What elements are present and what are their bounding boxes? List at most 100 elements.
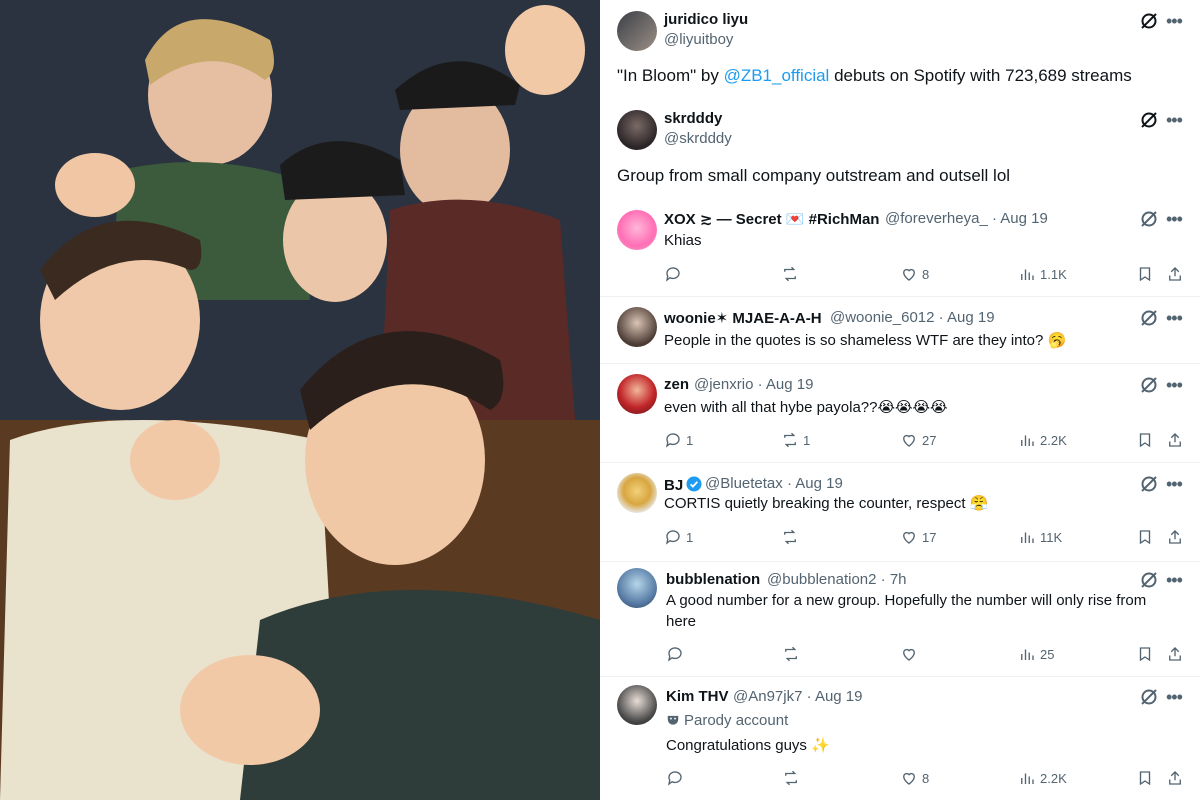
repost-icon — [784, 432, 796, 448]
share-button[interactable] — [1166, 430, 1184, 450]
more-icon[interactable]: ••• — [1166, 571, 1183, 589]
bookmark-button[interactable] — [1136, 264, 1154, 284]
more-icon[interactable]: ••• — [1166, 111, 1183, 129]
grok-icon[interactable] — [1138, 10, 1160, 32]
reply-avatar[interactable] — [617, 374, 657, 414]
reply-actions: 8 1.1K — [600, 264, 1200, 284]
reply-author-handle[interactable]: @An97jk7 — [733, 688, 802, 705]
reply-author-name[interactable]: bubblenation — [666, 571, 760, 588]
views-icon — [1021, 532, 1034, 543]
reply-time[interactable]: · Aug 19 — [992, 210, 1048, 227]
reply-time[interactable]: · Aug 19 — [939, 309, 995, 326]
share-button[interactable] — [1166, 527, 1184, 547]
grok-icon[interactable] — [1138, 208, 1160, 230]
bookmark-button[interactable] — [1136, 527, 1154, 547]
reply-avatar[interactable] — [617, 307, 657, 347]
reply-avatar[interactable] — [617, 473, 657, 513]
author-name[interactable]: juridico liyu — [664, 11, 748, 28]
views-button[interactable]: 25 — [1018, 644, 1054, 664]
reply-item[interactable]: zen @jenxrio · Aug 19 ••• even with all … — [600, 364, 1200, 462]
reply-author-name[interactable]: zen — [664, 376, 689, 393]
reply-author-name[interactable]: Kim THV — [666, 688, 729, 705]
repost-button[interactable] — [781, 527, 803, 547]
quoted-post[interactable]: skrdddy @skrdddy ••• Group from small co… — [600, 102, 1200, 200]
like-button[interactable]: 17 — [900, 527, 936, 547]
repost-button[interactable] — [781, 264, 803, 284]
bookmark-button[interactable] — [1136, 768, 1154, 788]
reply-meta: @An97jk7 · Aug 19 — [733, 688, 863, 705]
share-button[interactable] — [1166, 264, 1184, 284]
reply-button[interactable]: 1 — [664, 527, 693, 547]
bookmark-button[interactable] — [1136, 644, 1154, 664]
repost-button[interactable] — [782, 644, 804, 664]
mention-link[interactable]: @ZB1_official — [724, 66, 830, 85]
reply-author-handle[interactable]: @woonie_6012 — [830, 309, 934, 326]
like-button[interactable] — [900, 644, 922, 664]
grok-icon[interactable] — [1138, 473, 1160, 495]
reply-item[interactable]: BJ @Bluetetax · Aug 19 ••• CORTIS quietl… — [600, 463, 1200, 561]
reply-avatar[interactable] — [617, 568, 657, 608]
views-button[interactable]: 2.2K — [1018, 768, 1067, 788]
reply-time[interactable]: · Aug 19 — [758, 376, 814, 393]
reply-icon — [667, 771, 682, 786]
main-post[interactable]: juridico liyu @liyuitboy ••• "In Bloom" … — [600, 0, 1200, 102]
grok-icon[interactable] — [1138, 569, 1160, 591]
post-text-before: "In Bloom" by — [617, 66, 724, 85]
like-button[interactable]: 27 — [900, 430, 936, 450]
more-icon[interactable]: ••• — [1166, 210, 1183, 228]
author-avatar[interactable] — [617, 11, 657, 51]
reply-button[interactable] — [664, 264, 686, 284]
reply-author-handle[interactable]: @bubblenation2 — [767, 571, 876, 588]
reply-item[interactable]: Kim THV @An97jk7 · Aug 19 ••• Parody acc… — [600, 677, 1200, 800]
more-icon[interactable]: ••• — [1166, 688, 1183, 706]
reply-time[interactable]: · Aug 19 — [807, 688, 863, 705]
reply-author-handle[interactable]: @jenxrio — [694, 376, 753, 393]
quoted-author-name[interactable]: skrdddy — [664, 110, 722, 127]
more-icon[interactable]: ••• — [1166, 475, 1183, 493]
quoted-author-handle[interactable]: @skrdddy — [664, 130, 732, 147]
like-button[interactable]: 8 — [900, 768, 929, 788]
more-icon[interactable]: ••• — [1166, 12, 1183, 30]
share-button[interactable] — [1166, 644, 1184, 664]
reply-count: 1 — [686, 432, 694, 448]
like-button[interactable]: 8 — [900, 264, 929, 284]
grok-icon[interactable] — [1138, 109, 1160, 131]
reply-time[interactable]: · Aug 19 — [787, 475, 843, 492]
more-icon[interactable]: ••• — [1166, 309, 1183, 327]
bookmark-icon — [1139, 647, 1151, 662]
reply-author-name[interactable]: XOX ≳ — Secret 💌 #RichMan — [664, 210, 879, 228]
views-button[interactable]: 11K — [1018, 527, 1062, 547]
verified-badge-icon[interactable] — [685, 475, 703, 493]
reply-author-name[interactable]: BJ — [664, 477, 683, 494]
reply-icon — [665, 267, 680, 282]
reply-item[interactable]: woonie✶ MJAE-A-A-H @woonie_6012 · Aug 19… — [600, 297, 1200, 363]
repost-button[interactable]: 1 — [781, 430, 810, 450]
reply-button[interactable] — [666, 644, 688, 664]
share-button[interactable] — [1166, 768, 1184, 788]
reply-avatar[interactable] — [617, 210, 657, 250]
grok-icon[interactable] — [1138, 686, 1160, 708]
reply-item[interactable]: bubblenation @bubblenation2 · 7h ••• A g… — [600, 562, 1200, 676]
post-text: "In Bloom" by @ZB1_official debuts on Sp… — [617, 65, 1132, 87]
repost-button[interactable] — [782, 768, 804, 788]
share-icon — [1169, 267, 1181, 281]
reply-author-handle[interactable]: @foreverheya_ — [885, 210, 988, 227]
reply-avatar[interactable] — [617, 685, 657, 725]
parody-mask-icon — [667, 715, 679, 725]
author-handle[interactable]: @liyuitboy — [664, 31, 733, 48]
views-button[interactable]: 1.1K — [1018, 264, 1067, 284]
more-icon[interactable]: ••• — [1166, 376, 1183, 394]
repost-count: 1 — [803, 432, 811, 448]
grok-icon[interactable] — [1138, 374, 1160, 396]
reply-button[interactable]: 1 — [664, 430, 693, 450]
grok-icon[interactable] — [1138, 307, 1160, 329]
reply-author-handle[interactable]: @Bluetetax — [705, 475, 783, 492]
reply-author-name[interactable]: woonie✶ MJAE-A-A-H — [664, 309, 822, 327]
reply-item[interactable]: XOX ≳ — Secret 💌 #RichMan @foreverheya_ … — [600, 200, 1200, 296]
quoted-author-avatar[interactable] — [617, 110, 657, 150]
bookmark-button[interactable] — [1136, 430, 1154, 450]
reply-meta: @jenxrio · Aug 19 — [694, 376, 813, 393]
reply-time[interactable]: · 7h — [881, 571, 907, 588]
reply-button[interactable] — [666, 768, 688, 788]
views-button[interactable]: 2.2K — [1018, 430, 1067, 450]
